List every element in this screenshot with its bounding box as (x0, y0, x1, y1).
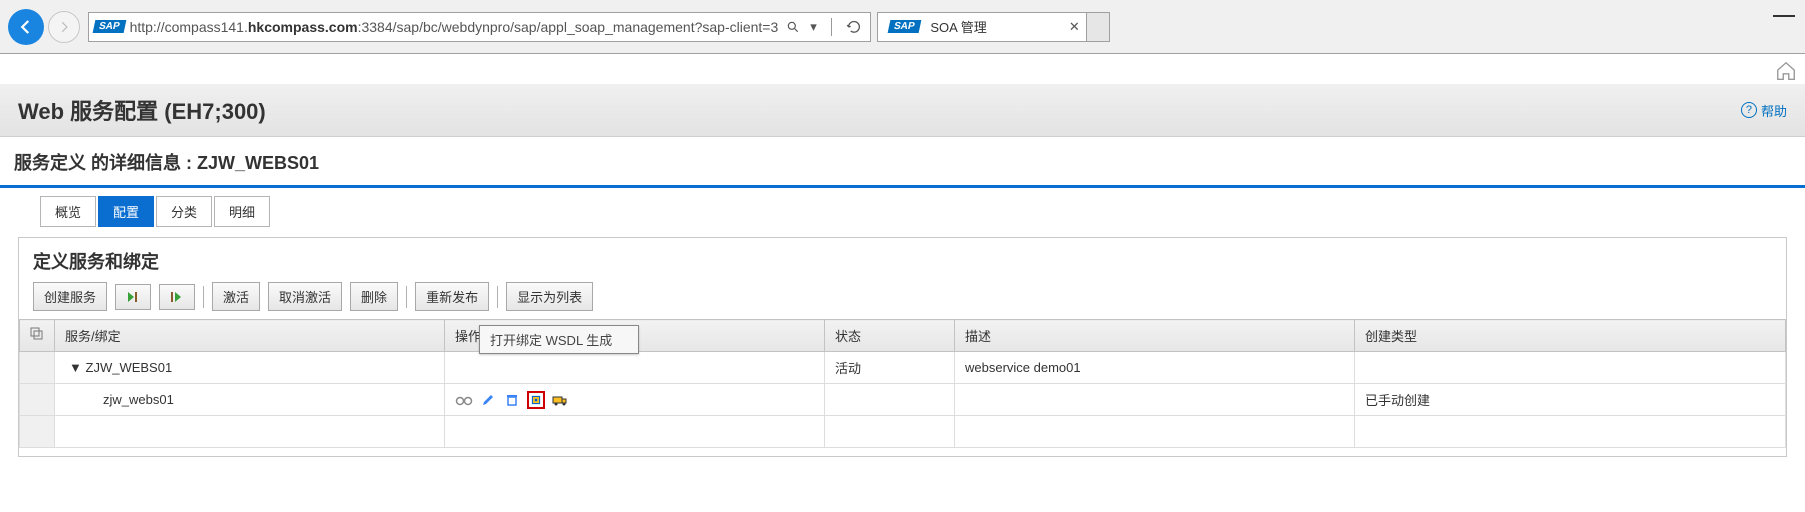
toolbar-divider (203, 286, 204, 308)
page-title: Web 服务配置 (EH7;300) (18, 94, 266, 126)
home-icon[interactable] (1775, 60, 1797, 82)
service-table: 服务/绑定 操作 状态 描述 创建类型 ▼ ZJW_WEBS01 活动 webs (19, 319, 1786, 448)
table-row (20, 416, 1786, 448)
browser-tab[interactable]: SAP SOA 管理 ✕ (877, 12, 1087, 42)
toolbar-divider (406, 286, 407, 308)
address-bar[interactable]: SAP http://compass141.hkcompass.com:3384… (88, 12, 871, 42)
service-name: zjw_webs01 (55, 384, 445, 416)
service-name: ZJW_WEBS01 (86, 360, 173, 375)
transport-icon[interactable] (551, 391, 569, 409)
tooltip-text: 打开绑定 WSDL 生成 (490, 333, 612, 348)
help-link[interactable]: ? 帮助 (1741, 101, 1787, 120)
tab-category[interactable]: 分类 (156, 196, 212, 227)
delete-button[interactable]: 删除 (350, 282, 398, 311)
wsdl-generate-icon[interactable] (527, 391, 545, 409)
page-header: Web 服务配置 (EH7;300) ? 帮助 (0, 84, 1805, 137)
nav-up-green-button[interactable] (159, 284, 195, 310)
tabs-row: 概览 配置 分类 明细 (0, 188, 1805, 227)
pencil-icon[interactable] (479, 391, 497, 409)
table-row[interactable]: ▼ ZJW_WEBS01 活动 webservice demo01 (20, 352, 1786, 384)
desc-cell: webservice demo01 (955, 352, 1355, 384)
help-label: 帮助 (1761, 101, 1787, 120)
url-text: http://compass141.hkcompass.com:3384/sap… (130, 19, 779, 35)
nav-next-green-button[interactable] (115, 284, 151, 310)
close-tab-icon[interactable]: ✕ (1069, 19, 1080, 35)
help-icon: ? (1741, 102, 1757, 118)
trash-icon[interactable] (503, 391, 521, 409)
tab-detail[interactable]: 明细 (214, 196, 270, 227)
search-icon[interactable] (786, 20, 800, 34)
browser-forward-button[interactable] (48, 11, 80, 43)
activate-button[interactable]: 激活 (212, 282, 260, 311)
tooltip: 打开绑定 WSDL 生成 (479, 325, 639, 354)
tab-title: SOA 管理 (930, 17, 986, 36)
col-desc[interactable]: 描述 (955, 320, 1355, 352)
create-service-button[interactable]: 创建服务 (33, 282, 107, 311)
browser-chrome: SAP http://compass141.hkcompass.com:3384… (0, 0, 1805, 54)
ctype-cell: 已手动创建 (1355, 384, 1786, 416)
sap-badge-icon: SAP (887, 20, 920, 33)
toolbar-divider (497, 286, 498, 308)
col-service[interactable]: 服务/绑定 (55, 320, 445, 352)
col-ctype[interactable]: 创建类型 (1355, 320, 1786, 352)
status-cell: 活动 (825, 352, 955, 384)
tab-config[interactable]: 配置 (98, 196, 154, 227)
status-cell (825, 384, 955, 416)
service-binding-section: 定义服务和绑定 创建服务 激活 取消激活 删除 重新发布 显示为列表 服务/绑定 (18, 237, 1787, 457)
showlist-button[interactable]: 显示为列表 (506, 282, 593, 311)
ctype-cell (1355, 352, 1786, 384)
republish-button[interactable]: 重新发布 (415, 282, 489, 311)
sub-header: 服务定义 的详细信息 : ZJW_WEBS01 (0, 137, 1805, 175)
minimize-icon[interactable] (1773, 6, 1795, 10)
tab-overview[interactable]: 概览 (40, 196, 96, 227)
section-title: 定义服务和绑定 (19, 238, 1786, 282)
desc-cell (955, 384, 1355, 416)
toolbar: 创建服务 激活 取消激活 删除 重新发布 显示为列表 (19, 282, 1786, 319)
table-row[interactable]: zjw_webs01 (20, 384, 1786, 416)
new-tab-button[interactable] (1086, 12, 1110, 42)
refresh-icon[interactable] (846, 19, 862, 35)
glasses-icon[interactable] (455, 391, 473, 409)
row-select-header[interactable] (20, 320, 55, 352)
browser-back-button[interactable] (8, 9, 44, 45)
deactivate-button[interactable]: 取消激活 (268, 282, 342, 311)
col-status[interactable]: 状态 (825, 320, 955, 352)
sap-badge-icon: SAP (93, 20, 126, 33)
